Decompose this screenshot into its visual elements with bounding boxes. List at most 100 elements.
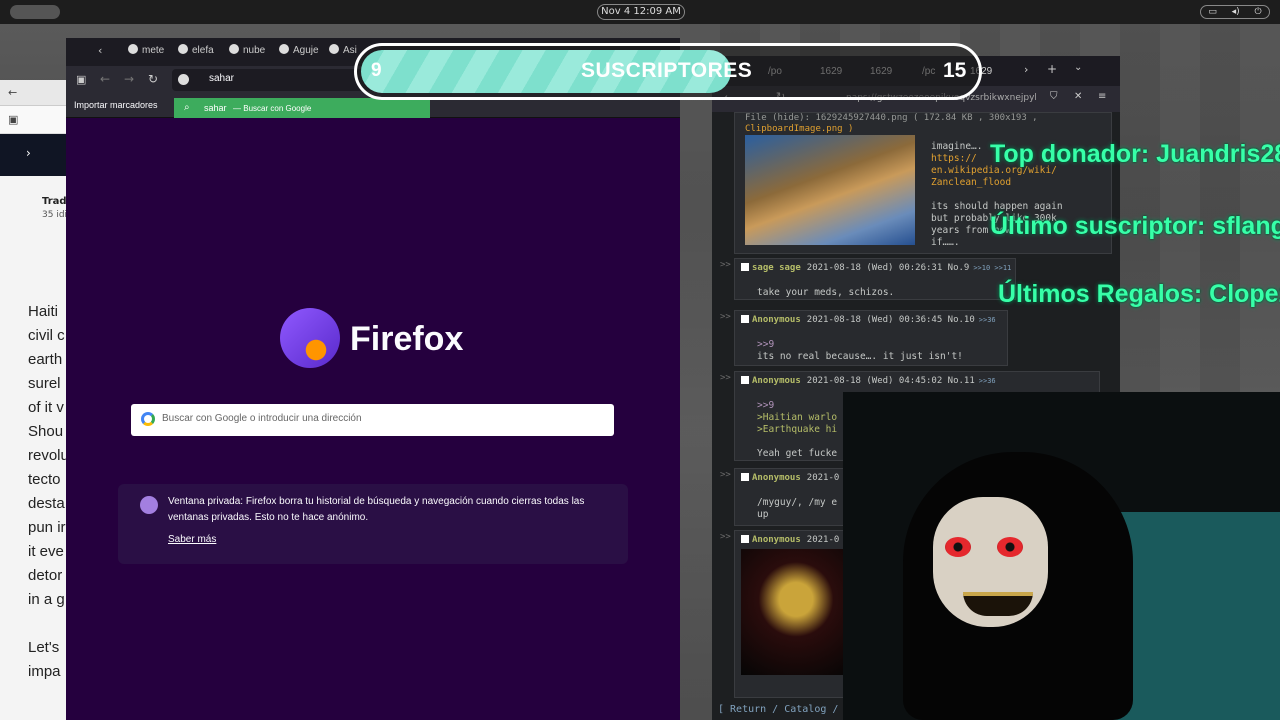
activities-indicator[interactable] [10,5,60,19]
post-date[interactable]: 2021-08-18 (Wed) 00:26:31 No.9 [807,263,970,273]
post-checkbox[interactable] [741,376,749,384]
tab-overflow-icon[interactable]: ⌄ [1074,62,1082,73]
post-image[interactable] [745,135,915,245]
op-text-line [931,189,1063,201]
scroll-tabs-icon[interactable]: › [1024,63,1028,76]
backlinks[interactable]: >>36 [979,377,996,385]
article-line: tecto [28,471,61,488]
back-icon[interactable]: ← [100,72,110,86]
article-line: civil c [28,327,65,344]
tab-label: nube [243,45,266,56]
post-date[interactable]: 2021-08-18 (Wed) 00:36:45 No.10 [807,315,975,325]
poster-name: Anonymous [752,376,801,386]
article-line: Let's [28,639,60,656]
new-tab-icon[interactable]: + [1047,62,1057,76]
tab-label: Aguje [293,45,319,56]
article-tab-row: ▣ [0,106,70,134]
tab[interactable]: Asi [329,44,357,56]
private-notice-text: Ventana privada: Firefox borra tu histor… [168,496,585,523]
tab[interactable]: mete [128,44,164,56]
post-body-line[interactable]: >>9 [757,339,774,350]
post-header: Anonymous 2021-0 [741,535,843,545]
post-body-line: /myguy/, /my e [757,497,838,508]
article-line: in a g [28,591,65,608]
system-top-bar: Nov 4 12:09 AM ▭ ◂) ⏻ [0,0,1280,24]
post-checkbox[interactable] [741,315,749,323]
reload-icon[interactable]: ↻ [148,72,158,86]
firefox-private-window: ‹ mete elefa nube Aguje Asi ▣ ← → ↻ sahar Im… [66,38,680,720]
post-body-line: up [757,509,769,520]
tab[interactable]: elefa [178,44,214,56]
post-header: Anonymous 2021-0 [741,473,843,483]
import-bookmarks-link[interactable]: Importar marcadores [74,100,158,110]
sidebar-icon[interactable]: ▣ [8,113,18,126]
url-input[interactable]: sahar [209,73,234,84]
menu-icon[interactable]: ≡ [1098,91,1106,102]
back-icon[interactable]: ← [8,86,17,99]
forward-icon[interactable]: → [124,72,134,86]
power-icon: ⏻ [1254,7,1262,17]
shield-icon[interactable]: ⛉ [1050,91,1058,102]
backlinks[interactable]: >>36 [979,316,996,324]
firefox-wordmark: Firefox [350,320,464,358]
reply-arrow: >> [720,532,731,542]
search-suggestion[interactable]: ⌕ sahar — Buscar con Google [174,98,430,118]
reply-arrow: >> [720,373,731,383]
article-line: Shou [28,423,64,440]
tab-list-icon[interactable]: ‹ [98,44,102,57]
subscriber-goal-bar: 9 SUSCRIPTORES 15 [354,43,982,100]
post-image[interactable] [741,549,851,675]
article-toolbar: ← [0,80,70,106]
sidebar-icon[interactable]: ▣ [76,73,86,86]
poster-name: sage sage [752,263,801,273]
tab-label: Asi [343,45,357,56]
reply-post: Anonymous 2021-08-18 (Wed) 00:36:45 No.10… [734,310,1008,366]
extensions-icon[interactable]: ✕ [1074,91,1082,102]
google-icon [141,412,155,426]
tab[interactable]: Aguje [279,44,319,56]
post-date[interactable]: 2021-0 [807,535,840,545]
post-header: sage sage 2021-08-18 (Wed) 00:26:31 No.9 >… [741,263,1011,273]
post-header: Anonymous 2021-08-18 (Wed) 00:36:45 No.10… [741,315,996,325]
favicon-icon [178,44,188,54]
private-mask-icon [140,496,158,514]
post-body-line: its no real because…. it just isn't! [757,351,963,362]
last-subscriber-text: Último suscriptor: sflang [990,212,1280,240]
favicon-icon [329,44,339,54]
subscriber-goal: 15 [943,59,967,82]
favicon-icon [279,44,289,54]
reply-arrow: >> [720,470,731,480]
post-checkbox[interactable] [741,535,749,543]
left-eye [945,537,971,557]
volume-icon: ◂) [1231,7,1240,17]
article-line: earth [28,351,63,368]
languages-count: 35 idi [42,210,68,220]
reply-arrow: >> [720,312,731,322]
article-line: pun ir [28,519,66,536]
translate-icon: › [26,146,31,160]
reply-arrow: >> [720,260,731,270]
poster-name: Anonymous [752,535,801,545]
post-checkbox[interactable] [741,263,749,271]
search-engine-icon[interactable] [178,74,189,85]
favicon-icon [128,44,138,54]
file-name[interactable]: ClipboardImage.png ) [745,124,853,134]
backlinks[interactable]: >>10 >>11 [973,264,1011,272]
learn-more-link[interactable]: Saber más [168,534,216,545]
system-status-menu[interactable]: ▭ ◂) ⏻ [1200,5,1270,19]
firefox-private-logo-icon [280,308,340,368]
tab[interactable]: nube [229,44,265,56]
article-line: surel [28,375,61,392]
op-text-line[interactable]: Zanclean_flood [931,177,1063,189]
post-body-line: take your meds, schizos. [757,287,895,298]
post-checkbox[interactable] [741,473,749,481]
post-header: Anonymous 2021-08-18 (Wed) 04:45:02 No.11… [741,376,996,386]
translate-label[interactable]: Trad [42,196,67,207]
article-line: Haiti [28,303,59,320]
post-body-line[interactable]: >>9 [757,400,774,411]
post-date[interactable]: 2021-0 [807,473,840,483]
search-placeholder: Buscar con Google o introducir una direc… [162,413,362,424]
newtab-search-box[interactable]: Buscar con Google o introducir una direc… [131,404,614,436]
post-date[interactable]: 2021-08-18 (Wed) 04:45:02 No.11 [807,376,975,386]
clock[interactable]: Nov 4 12:09 AM [597,4,685,20]
